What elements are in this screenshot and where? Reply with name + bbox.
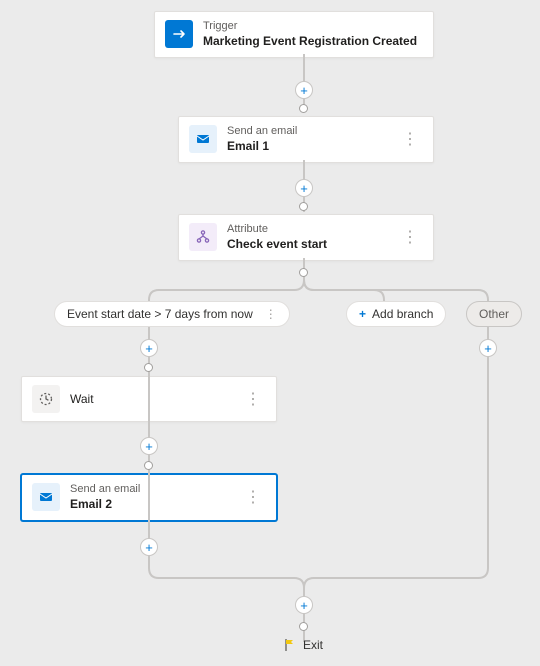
more-menu-icon[interactable]: ⋮ bbox=[241, 389, 266, 409]
node-title: Check event start bbox=[227, 237, 398, 252]
node-trigger[interactable]: Trigger Marketing Event Registration Cre… bbox=[154, 11, 434, 58]
branch-other-pill[interactable]: Other bbox=[466, 301, 522, 327]
add-step-button[interactable]: + bbox=[295, 179, 313, 197]
branch-condition-pill[interactable]: Event start date > 7 days from now ⋮ bbox=[54, 301, 290, 327]
wait-icon bbox=[32, 385, 60, 413]
node-labels: Trigger Marketing Event Registration Cre… bbox=[203, 20, 423, 49]
node-labels: Send an email Email 2 bbox=[70, 483, 241, 512]
node-title: Wait bbox=[70, 392, 241, 407]
more-menu-icon[interactable]: ⋮ bbox=[398, 227, 423, 247]
exit-label: Exit bbox=[303, 638, 323, 652]
exit-node: Exit bbox=[283, 638, 323, 652]
connector-dot bbox=[299, 104, 308, 113]
more-menu-icon[interactable]: ⋮ bbox=[241, 487, 266, 507]
attribute-icon bbox=[189, 223, 217, 251]
connector-dot bbox=[299, 202, 308, 211]
flag-icon bbox=[283, 638, 297, 652]
add-branch-button[interactable]: + Add branch bbox=[346, 301, 446, 327]
add-step-button[interactable]: + bbox=[140, 339, 158, 357]
branch-condition-label: Event start date > 7 days from now bbox=[67, 307, 253, 321]
node-title: Email 2 bbox=[70, 497, 241, 512]
node-type: Send an email bbox=[227, 125, 398, 139]
node-attribute[interactable]: Attribute Check event start ⋮ bbox=[178, 214, 434, 261]
more-menu-icon[interactable]: ⋮ bbox=[265, 307, 277, 321]
plus-icon: + bbox=[359, 307, 366, 321]
email-icon bbox=[189, 125, 217, 153]
node-title: Email 1 bbox=[227, 139, 398, 154]
connector-dot bbox=[144, 363, 153, 372]
add-step-button[interactable]: + bbox=[295, 81, 313, 99]
connector-dot bbox=[299, 622, 308, 631]
connector-branch-right bbox=[487, 322, 489, 566]
branch-other-label: Other bbox=[479, 307, 509, 321]
trigger-icon bbox=[165, 20, 193, 48]
add-step-button[interactable]: + bbox=[479, 339, 497, 357]
node-type: Attribute bbox=[227, 223, 398, 237]
more-menu-icon[interactable]: ⋮ bbox=[398, 129, 423, 149]
connector-merge bbox=[0, 560, 540, 590]
add-branch-label: Add branch bbox=[372, 307, 433, 321]
add-step-button[interactable]: + bbox=[140, 538, 158, 556]
add-step-button[interactable]: + bbox=[295, 596, 313, 614]
connector-dot bbox=[144, 461, 153, 470]
add-step-button[interactable]: + bbox=[140, 437, 158, 455]
node-labels: Send an email Email 1 bbox=[227, 125, 398, 154]
node-title: Marketing Event Registration Created bbox=[203, 34, 423, 49]
node-labels: Wait bbox=[70, 392, 241, 407]
node-type: Send an email bbox=[70, 483, 241, 497]
node-type: Trigger bbox=[203, 20, 423, 34]
connector-dot bbox=[299, 268, 308, 277]
email-icon bbox=[32, 483, 60, 511]
node-email-1[interactable]: Send an email Email 1 ⋮ bbox=[178, 116, 434, 163]
node-labels: Attribute Check event start bbox=[227, 223, 398, 252]
